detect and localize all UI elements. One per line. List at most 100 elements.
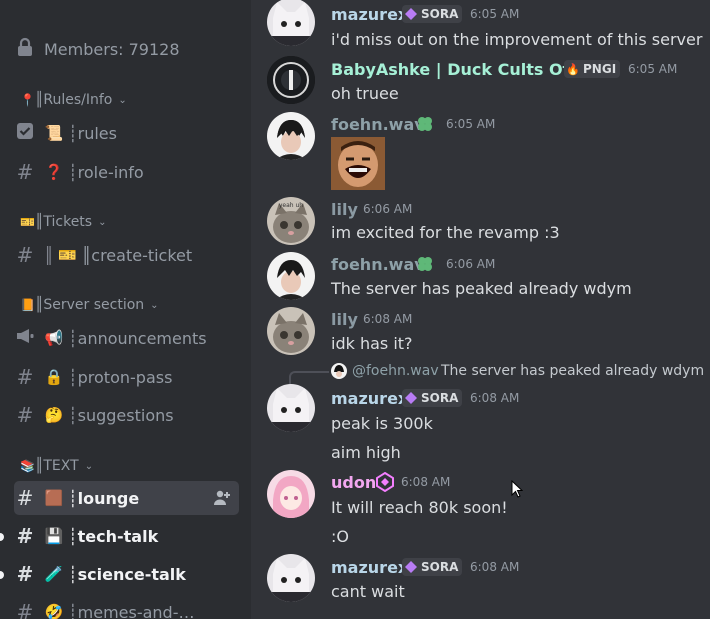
megaphone-icon	[14, 326, 36, 350]
channel-label: ┊suggestions	[68, 405, 174, 425]
username[interactable]: lily	[331, 200, 358, 219]
username[interactable]: foehn.wav	[331, 115, 425, 134]
chevron-down-icon: ⌄	[84, 460, 94, 472]
chevron-down-icon: ⌄	[150, 299, 159, 311]
chevron-down-icon: ⌄	[118, 94, 127, 106]
avatar-pink-anime-icon[interactable]	[267, 470, 315, 518]
guild-tag-sora[interactable]: SORA	[402, 389, 463, 407]
book-emoji-icon: 📙	[20, 298, 35, 312]
message-list[interactable]: mazurex SORA 6:05 AM i'd miss out on the…	[251, 0, 710, 619]
message-text: peak is 300k	[331, 414, 433, 433]
category-label: ║Tickets	[34, 214, 93, 230]
username[interactable]: mazurex	[331, 5, 408, 24]
username[interactable]: BabyAshke | Duck Cults Otter	[331, 60, 597, 79]
avatar-cat-photo-icon[interactable]	[267, 307, 315, 355]
channel-label: ┊lounge	[68, 488, 140, 508]
test-tube-emoji-icon: 🧪	[44, 565, 64, 583]
username[interactable]: lily	[331, 310, 358, 329]
channel-label: ┊role-info	[68, 162, 144, 182]
guild-tag-sora[interactable]: SORA	[402, 5, 463, 23]
username[interactable]: mazurex	[331, 389, 408, 408]
channel-label: ┊announcements	[68, 328, 207, 348]
category-label: ║Server section	[34, 297, 145, 313]
hash-icon: #	[16, 403, 34, 427]
reply-avatar-icon[interactable]	[331, 363, 347, 379]
separator: ║	[44, 245, 54, 265]
scroll-emoji-icon: 📜	[44, 124, 64, 142]
lounge-emoji-icon: 🟫	[44, 489, 64, 507]
channel-lounge[interactable]: # 🟫 ┊lounge	[14, 481, 239, 515]
reply-username[interactable]: @foehn.wav	[352, 363, 439, 379]
hash-icon: #	[16, 243, 34, 267]
channel-create-ticket[interactable]: # ║ 🎫 ║create-ticket	[14, 238, 239, 272]
category-tickets[interactable]: 🎫 ║Tickets ⌄	[20, 212, 107, 232]
hash-icon: #	[16, 160, 34, 184]
books-emoji-icon: 📚	[20, 459, 35, 473]
chevron-down-icon: ⌄	[98, 216, 107, 228]
hash-icon: #	[16, 486, 34, 510]
category-rules-info[interactable]: 📍 ║Rules/Info ⌄	[20, 90, 127, 110]
members-label: Members: 79128	[44, 39, 180, 59]
sora-tag-icon	[404, 391, 418, 405]
message-text: aim high	[331, 443, 401, 462]
hash-icon: #	[16, 600, 34, 619]
message-text: oh truee	[331, 84, 399, 103]
channel-rules[interactable]: 📜 ┊rules	[14, 116, 239, 150]
category-text[interactable]: 📚 ║TEXT ⌄	[20, 456, 93, 476]
channel-announcements[interactable]: 📢 ┊announcements	[14, 321, 239, 355]
username[interactable]: mazurex	[331, 558, 408, 577]
timestamp: 6:06 AM	[446, 257, 496, 271]
nitro-boost-badge-icon	[376, 471, 394, 496]
channel-sidebar: Members: 79128 📍 ║Rules/Info ⌄ 📜 ┊rules …	[0, 0, 251, 619]
channel-label: ┊tech-talk	[68, 526, 159, 546]
guild-tag-sora[interactable]: SORA	[402, 558, 463, 576]
laughing-emoji-icon: 🤣	[44, 603, 64, 619]
clover-badge-icon	[415, 254, 435, 278]
checkbox-icon	[14, 121, 36, 145]
channel-suggestions[interactable]: # 🤔 ┊suggestions	[14, 398, 239, 432]
thinking-emoji-icon: 🤔	[44, 406, 64, 424]
timestamp: 6:08 AM	[401, 475, 451, 489]
unread-indicator	[0, 533, 4, 541]
channel-proton-pass[interactable]: # 🔒 ┊proton-pass	[14, 360, 239, 394]
channel-tech-talk[interactable]: # 💾 ┊tech-talk	[14, 519, 239, 553]
avatar-cat-icon[interactable]	[267, 0, 315, 46]
hash-icon: #	[16, 524, 34, 548]
timestamp: 6:05 AM	[446, 117, 496, 131]
add-member-icon[interactable]	[213, 489, 231, 511]
username[interactable]: udon	[331, 473, 376, 492]
floppy-emoji-icon: 💾	[44, 527, 64, 545]
avatar-anime-icon[interactable]	[267, 252, 315, 300]
reply-text[interactable]: The server has peaked already wdym	[441, 363, 704, 379]
category-server-section[interactable]: 📙 ║Server section ⌄	[20, 295, 159, 315]
timestamp: 6:08 AM	[470, 560, 520, 574]
category-label: ║TEXT	[34, 458, 79, 474]
channel-science-talk[interactable]: # 🧪 ┊science-talk	[14, 557, 239, 591]
timestamp: 6:05 AM	[470, 7, 520, 21]
channel-label: ┊rules	[68, 123, 117, 143]
members-count[interactable]: Members: 79128	[14, 32, 239, 66]
message-text: idk has it?	[331, 334, 413, 353]
lock-icon	[14, 37, 36, 62]
message-text: It will reach 80k soon!	[331, 498, 508, 517]
ticket-emoji-icon: 🎫	[58, 246, 77, 264]
hash-icon: #	[16, 365, 34, 389]
avatar-dark-icon[interactable]	[267, 56, 315, 104]
guild-tag-pngi[interactable]: 🔥 PNGI	[564, 60, 621, 78]
attached-image-laughing-man[interactable]	[331, 137, 385, 190]
message-text: :O	[331, 527, 349, 546]
svg-text:yeah uh: yeah uh	[279, 202, 303, 209]
mouse-cursor-icon	[511, 479, 524, 502]
avatar-anime-icon[interactable]	[267, 112, 315, 160]
message-text: i'd miss out on the improvement of this …	[331, 30, 703, 49]
clover-badge-icon	[415, 114, 435, 138]
avatar-cat-icon[interactable]	[267, 554, 315, 602]
username[interactable]: foehn.wav	[331, 255, 425, 274]
avatar-cat-photo-icon[interactable]: yeah uh	[267, 197, 315, 245]
channel-memes-and-more[interactable]: # 🤣 ┊memes-and-…	[14, 595, 239, 619]
fire-tag-icon: 🔥	[566, 62, 580, 76]
channel-role-info[interactable]: # ❓ ┊role-info	[14, 155, 239, 189]
avatar-cat-icon[interactable]	[267, 384, 315, 432]
sora-tag-icon	[404, 7, 418, 21]
timestamp: 6:08 AM	[470, 391, 520, 405]
